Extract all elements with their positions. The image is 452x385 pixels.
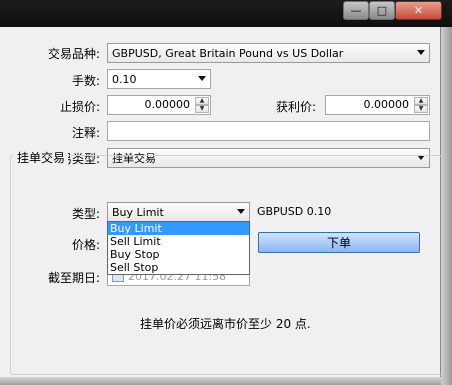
takeprofit-input[interactable]: 0.00000 ▲ ▼ [325, 95, 430, 115]
expiry-label: 截至期日: [47, 271, 100, 285]
stoploss-value: 0.00000 [144, 98, 191, 111]
close-button[interactable]: ✕ [395, 1, 442, 20]
symbol-select[interactable]: GBPUSD, Great Britain Pound vs US Dollar [107, 43, 430, 63]
takeprofit-label: 获利价: [275, 100, 316, 114]
pending-group-title: 挂单交易 [14, 149, 69, 166]
stoploss-label: 止损价: [59, 100, 100, 114]
stoploss-input[interactable]: 0.00000 ▲ ▼ [107, 95, 211, 115]
comment-label: 注释: [71, 126, 100, 140]
close-icon: ✕ [413, 4, 424, 17]
symbol-value: GBPUSD, Great Britain Pound vs US Dollar [112, 46, 344, 60]
comment-input[interactable] [107, 121, 430, 141]
spin-up-icon[interactable]: ▲ [414, 97, 428, 105]
spin-up-icon[interactable]: ▲ [195, 97, 209, 105]
title-bar: — □ ✕ [0, 0, 452, 27]
spin-down-icon[interactable]: ▼ [414, 105, 428, 113]
minimize-icon: — [350, 4, 362, 17]
chevron-down-icon [198, 76, 206, 81]
maximize-icon: □ [376, 4, 388, 17]
maximize-button[interactable]: □ [369, 1, 395, 20]
chevron-down-icon [237, 209, 245, 214]
volume-combo[interactable]: 0.10 [107, 69, 211, 89]
pending-type-label: 类型: [71, 207, 100, 221]
volume-label: 手数: [71, 74, 100, 88]
spin-down-icon[interactable]: ▼ [195, 105, 209, 113]
place-order-button[interactable]: 下单 [258, 232, 420, 253]
list-item[interactable]: Buy Stop [108, 248, 249, 261]
list-item[interactable]: Sell Limit [108, 235, 249, 248]
price-label: 价格: [71, 238, 100, 252]
list-item[interactable]: Buy Limit [108, 222, 249, 235]
window-border-bottom [0, 377, 441, 385]
takeprofit-spinner[interactable]: ▲ ▼ [414, 97, 428, 113]
list-item[interactable]: Sell Stop [108, 261, 249, 274]
minimize-button[interactable]: — [343, 1, 369, 20]
symbol-volume-status: GBPUSD 0.10 [257, 205, 332, 218]
pending-type-select[interactable]: Buy Limit [107, 202, 250, 222]
chevron-down-icon [417, 50, 425, 55]
volume-value: 0.10 [112, 72, 137, 86]
symbol-label: 交易品种: [47, 47, 100, 61]
pending-type-value: Buy Limit [112, 205, 164, 219]
takeprofit-value: 0.00000 [363, 98, 410, 111]
stoploss-spinner[interactable]: ▲ ▼ [195, 97, 209, 113]
distance-note: 挂单价必须远离市价至少 20 点. [140, 317, 311, 331]
pending-type-dropdown-list[interactable]: Buy Limit Sell Limit Buy Stop Sell Stop [107, 221, 250, 275]
